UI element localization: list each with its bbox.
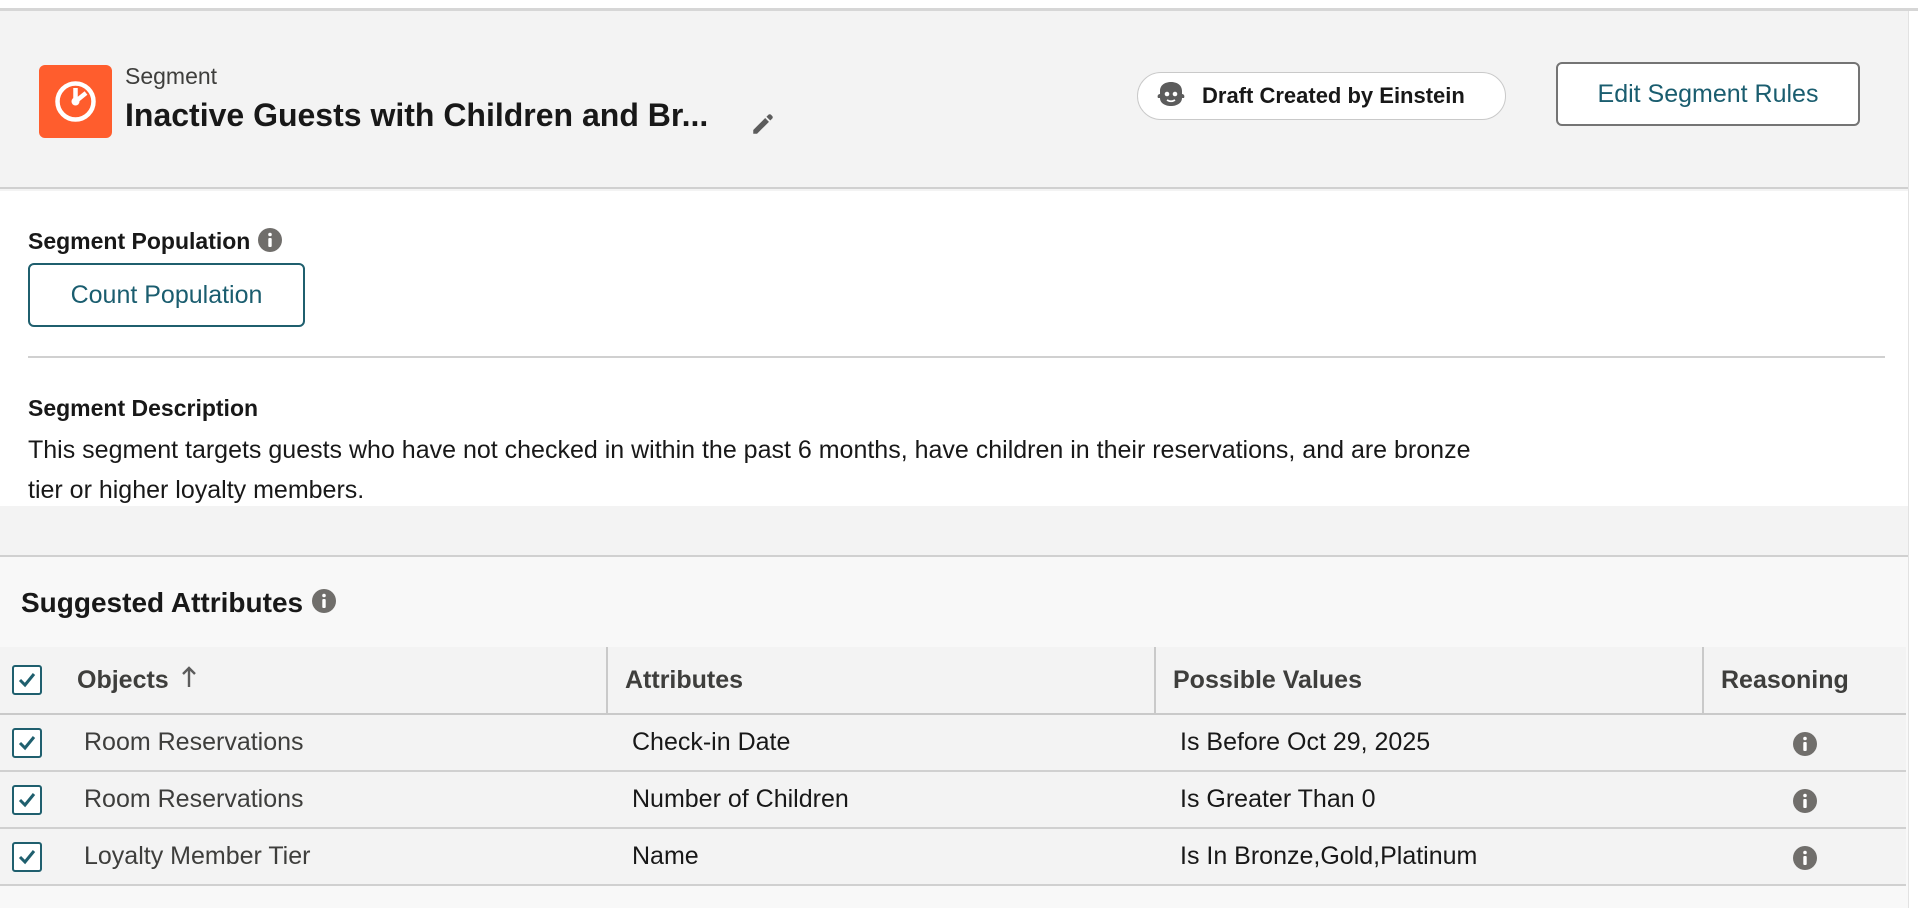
row-attribute: Number of Children	[632, 785, 849, 813]
count-population-button[interactable]: Count Population	[28, 263, 305, 327]
row-possible-value: Is In Bronze,Gold,Platinum	[1180, 842, 1478, 870]
column-header-attributes[interactable]: Attributes	[625, 647, 743, 713]
row-object: Loyalty Member Tier	[84, 842, 311, 870]
right-rail	[1908, 11, 1918, 908]
row-checkbox[interactable]	[12, 842, 42, 872]
reasoning-info-icon[interactable]	[1792, 731, 1818, 762]
suggested-attributes-title: Suggested Attributes	[21, 587, 304, 618]
table-row: Room Reservations Number of Children Is …	[0, 772, 1906, 829]
column-header-reasoning[interactable]: Reasoning	[1721, 647, 1849, 713]
segment-description-text: This segment targets guests who have not…	[28, 436, 1471, 504]
segment-details-card: Segment Population Count Population Segm…	[0, 191, 1908, 506]
page-title: Inactive Guests with Children and Br...	[125, 97, 709, 133]
column-header-possible-values[interactable]: Possible Values	[1173, 647, 1362, 713]
segment-pie-icon	[39, 65, 112, 138]
column-resize-handle[interactable]	[1154, 647, 1156, 713]
reasoning-info-icon[interactable]	[1792, 788, 1818, 819]
table-row: Loyalty Member Tier Name Is In Bronze,Go…	[0, 829, 1906, 886]
row-object: Room Reservations	[84, 785, 304, 813]
segment-population-label: Segment Population	[28, 228, 251, 255]
suggested-attributes-table: Objects Attributes Possible Values Reaso…	[0, 647, 1906, 886]
select-all-checkbox[interactable]	[12, 665, 42, 695]
info-icon[interactable]	[257, 227, 283, 259]
column-header-objects[interactable]: Objects	[77, 647, 197, 713]
suggested-attributes-section: Suggested Attributes Objects Attributes …	[0, 555, 1908, 908]
pencil-icon[interactable]	[750, 111, 776, 142]
segment-population-section: Segment Population	[28, 227, 283, 259]
row-attribute: Check-in Date	[632, 728, 791, 756]
column-resize-handle[interactable]	[1702, 647, 1704, 713]
row-checkbox[interactable]	[12, 785, 42, 815]
table-header-row: Objects Attributes Possible Values Reaso…	[0, 647, 1906, 715]
row-checkbox[interactable]	[12, 728, 42, 758]
edit-segment-rules-button[interactable]: Edit Segment Rules	[1556, 62, 1860, 126]
record-header: Segment Inactive Guests with Children an…	[0, 11, 1908, 189]
column-header-objects-label: Objects	[77, 665, 169, 694]
record-type-label: Segment	[125, 63, 218, 89]
row-possible-value: Is Before Oct 29, 2025	[1180, 728, 1431, 756]
reasoning-info-icon[interactable]	[1792, 845, 1818, 876]
suggested-attributes-heading: Suggested Attributes	[21, 587, 337, 621]
draft-status-badge: Draft Created by Einstein	[1137, 72, 1506, 120]
segment-description-label: Segment Description	[28, 395, 259, 421]
info-icon[interactable]	[311, 588, 337, 621]
row-attribute: Name	[632, 842, 699, 870]
draft-badge-label: Draft Created by Einstein	[1202, 83, 1465, 108]
table-row: Room Reservations Check-in Date Is Befor…	[0, 715, 1906, 772]
row-object: Room Reservations	[84, 728, 304, 756]
einstein-icon	[1156, 81, 1186, 112]
row-possible-value: Is Greater Than 0	[1180, 785, 1376, 813]
section-divider	[28, 356, 1885, 358]
column-resize-handle[interactable]	[606, 647, 608, 713]
sort-ascending-icon[interactable]	[181, 665, 197, 695]
top-strip	[0, 0, 1918, 11]
